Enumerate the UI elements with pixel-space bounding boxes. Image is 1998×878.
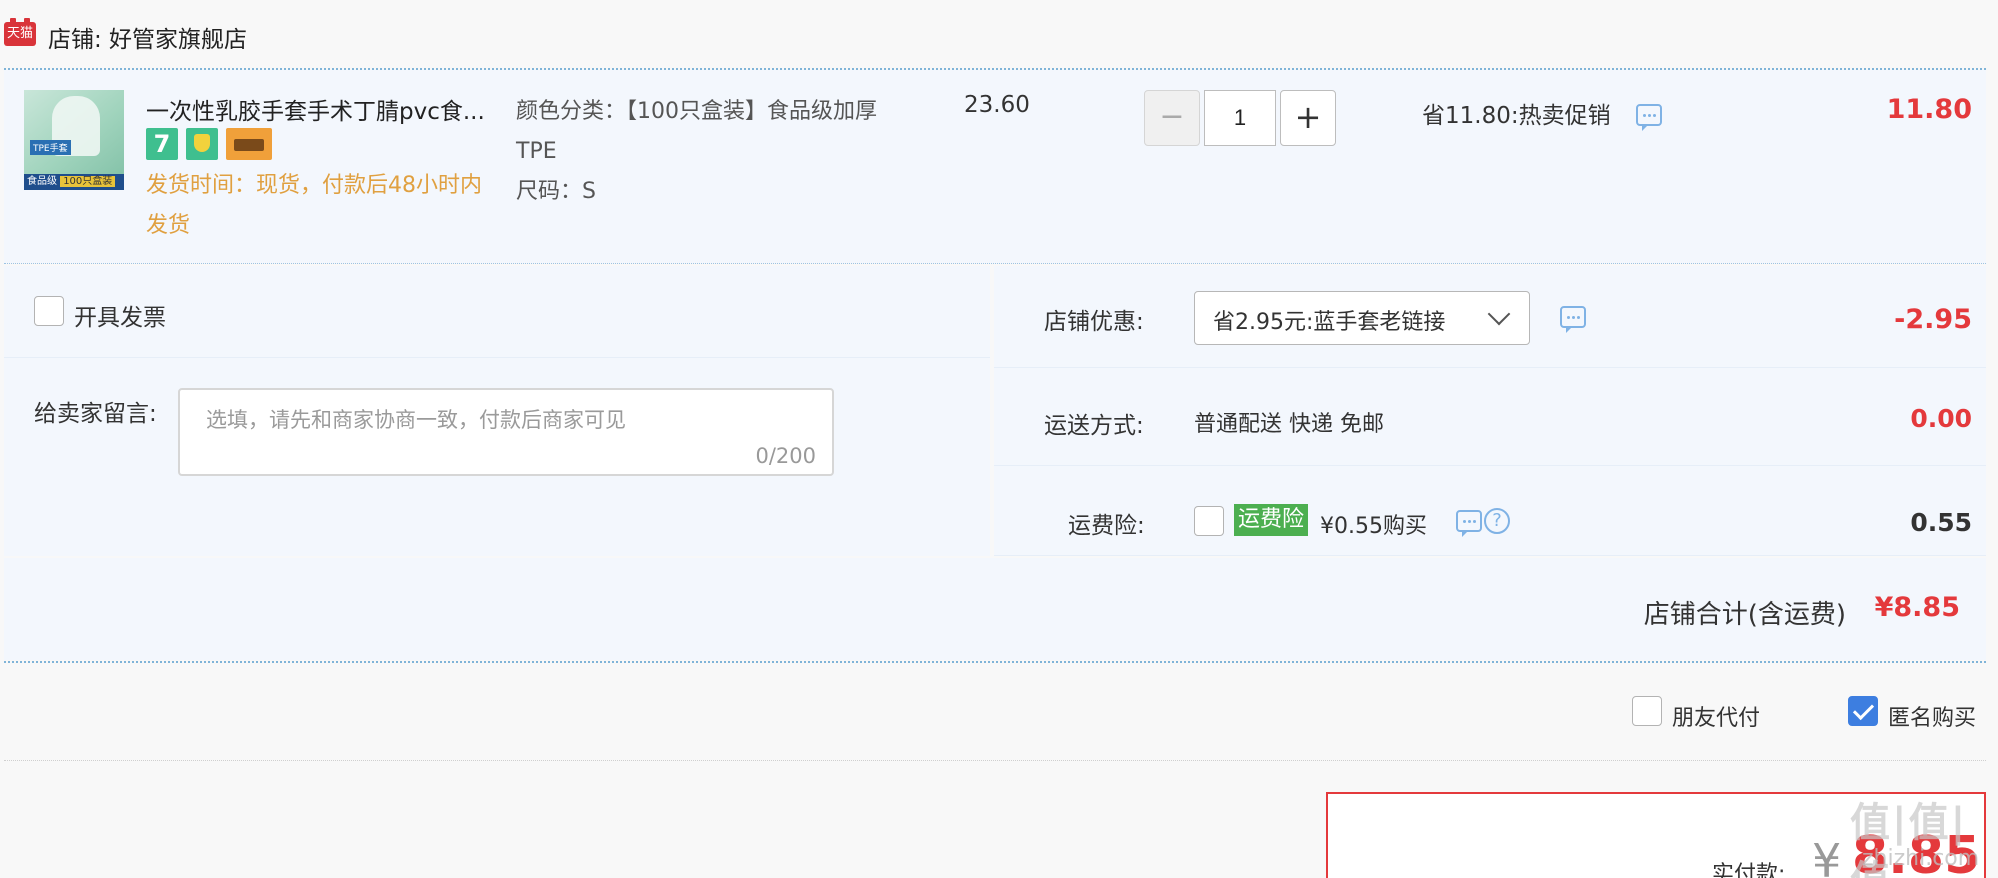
sku-attributes: 颜色分类：【100只盒装】食品级加厚TPE 尺码：S [516, 92, 896, 212]
discount-label: 店铺优惠: [1044, 309, 1144, 335]
insurance-badge: 运费险 [1234, 504, 1309, 536]
anonymous-label: 匿名购买 [1888, 706, 1977, 731]
help-icon[interactable]: ? [1484, 508, 1510, 534]
shop-summary-row: 店铺合计(含运费) ¥8.85 [4, 558, 1986, 660]
message-label: 给卖家留言: [34, 401, 157, 427]
chevron-down-icon [1487, 302, 1511, 326]
attr-size: 尺码：S [516, 179, 596, 204]
credit-card-icon[interactable] [226, 128, 272, 160]
anonymous-checkbox[interactable] [1848, 696, 1878, 726]
shop-header: 天猫 店铺: 好管家旗舰店 [0, 0, 1998, 68]
promo-chat-icon[interactable] [1636, 104, 1662, 131]
shipping-amount: 0.00 [1910, 404, 1972, 433]
discount-selected-value: 省2.95元:蓝手套老链接 [1213, 310, 1446, 335]
thumb-label: TPE手套 [30, 140, 71, 155]
tmall-logo-icon: 天猫 [4, 18, 36, 46]
message-char-count: 0/200 [755, 444, 816, 468]
insurance-checkbox[interactable] [1194, 506, 1224, 536]
product-thumbnail[interactable]: TPE手套 食品级 100只盒装 [24, 90, 124, 190]
insurance-price: ¥0.55购买 [1320, 514, 1427, 539]
insurance-label: 运费险: [1068, 513, 1145, 539]
shop-name-link[interactable]: 店铺: 好管家旗舰店 [48, 20, 247, 54]
thumb-footer-left: 食品级 [27, 176, 57, 187]
watermark-text: zhizhi.com [1862, 846, 1980, 871]
thumb-footer: 食品级 100只盒装 [24, 174, 124, 190]
friend-pay-label: 朋友代付 [1672, 706, 1761, 731]
discount-chat-icon[interactable] [1560, 306, 1586, 333]
seven-day-return-icon[interactable]: 7 [146, 128, 178, 160]
seller-message-input[interactable]: 选填，请先和商家协商一致，付款后商家可见 0/200 [178, 388, 834, 476]
item-subtotal: 11.80 [1886, 94, 1972, 125]
divider [4, 263, 1986, 264]
insurance-chat-icon[interactable] [1456, 510, 1482, 537]
quantity-increase-button[interactable]: + [1280, 90, 1336, 146]
shop-discount-select[interactable]: 省2.95元:蓝手套老链接 [1194, 291, 1530, 345]
promotion-text: 省11.80:热卖促销 [1422, 103, 1611, 129]
friend-pay-checkbox[interactable] [1632, 696, 1662, 726]
discount-amount: -2.95 [1894, 304, 1972, 335]
divider [4, 760, 1986, 761]
shop-total-label: 店铺合计(含运费) [1643, 600, 1846, 630]
product-title-link[interactable]: 一次性乳胶手套手术丁腈pvc食... [146, 92, 502, 126]
quantity-decrease-button[interactable]: − [1144, 90, 1200, 146]
shipping-method: 普通配送 快递 免邮 [1194, 412, 1384, 437]
thumb-footer-right: 100只盒装 [60, 176, 116, 187]
ship-time-text: 发货时间：现货，付款后48小时内发货 [146, 173, 482, 238]
guarantee-shield-icon[interactable] [186, 128, 218, 160]
shop-total-amount: ¥8.85 [1874, 592, 1960, 623]
payment-label: 实付款: [1712, 862, 1786, 878]
shipping-label: 运送方式: [1044, 413, 1144, 439]
divider [4, 661, 1986, 663]
attr-color: 颜色分类：【100只盒装】食品级加厚TPE [516, 99, 877, 164]
quantity-input[interactable] [1204, 90, 1276, 146]
message-placeholder: 选填，请先和商家协商一致，付款后商家可见 [206, 408, 626, 432]
unit-price: 23.60 [964, 92, 1030, 118]
invoice-checkbox[interactable] [34, 296, 64, 326]
payment-currency: ¥ [1812, 834, 1842, 878]
insurance-amount: 0.55 [1910, 508, 1972, 537]
invoice-label: 开具发票 [74, 305, 166, 331]
